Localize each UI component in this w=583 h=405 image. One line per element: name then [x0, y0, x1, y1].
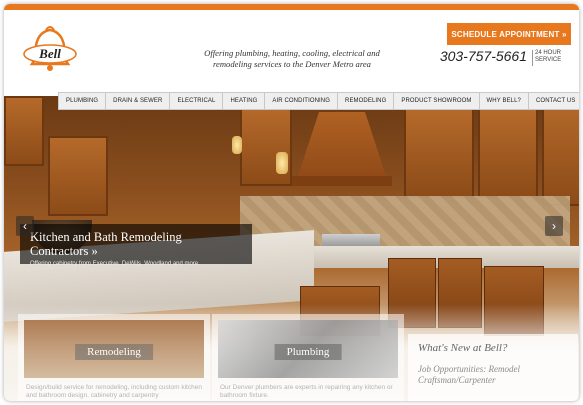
browser-frame: Bell Offering plumbing, heating, cooling… [4, 4, 579, 401]
remodeling-image[interactable]: Remodeling [24, 320, 204, 378]
nav-item-heating[interactable]: HEATING [223, 93, 266, 109]
plumbing-card-text: Our Denver plumbers are experts in repai… [220, 384, 393, 399]
main-nav: PLUMBING DRAIN & SEWER ELECTRICAL HEATIN… [58, 92, 579, 110]
plumbing-card-label[interactable]: Plumbing [274, 344, 342, 360]
upper-cabinet [240, 106, 292, 186]
nav-item-contact-us[interactable]: CONTACT US [529, 93, 579, 109]
logo-text: Bell [38, 46, 61, 61]
range-hood-band [292, 176, 392, 186]
range-hood [296, 112, 388, 182]
nav-item-plumbing[interactable]: PLUMBING [59, 93, 107, 109]
bell-logo[interactable]: Bell [22, 24, 78, 84]
nav-item-electrical[interactable]: ELECTRICAL [170, 93, 224, 109]
upper-cabinet [478, 108, 538, 198]
news-panel: What's New at Bell? Job Opportunities: R… [408, 334, 578, 401]
nav-item-drain-sewer[interactable]: DRAIN & SEWER [106, 93, 171, 109]
remodeling-card-text: Design/build service for remodeling, inc… [26, 384, 202, 399]
nav-item-air-conditioning[interactable]: AIR CONDITIONING [265, 93, 339, 109]
remodeling-card-label[interactable]: Remodeling [75, 344, 153, 360]
upper-cabinet [542, 96, 579, 206]
nav-item-why-bell[interactable]: WHY BELL? [480, 93, 529, 109]
upper-cabinet [48, 136, 108, 216]
pendant-light [276, 152, 288, 174]
plumbing-image[interactable]: Plumbing [218, 320, 398, 378]
chevron-right-icon: › [552, 219, 556, 233]
hours-line-2: SERVICE [535, 57, 562, 63]
schedule-appointment-button[interactable]: SCHEDULE APPOINTMENT » [447, 23, 571, 45]
plumbing-card[interactable]: Plumbing Our Denver plumbers are experts… [212, 314, 404, 401]
chevron-left-icon: ‹ [23, 219, 27, 233]
nav-item-remodeling[interactable]: REMODELING [338, 93, 395, 109]
hours-badge: 24 HOUR SERVICE [535, 50, 561, 64]
site-header: Bell Offering plumbing, heating, cooling… [4, 10, 579, 96]
hours-line-1: 24 HOUR [535, 50, 562, 56]
tagline: Offering plumbing, heating, cooling, ele… [204, 48, 380, 69]
upper-cabinet [404, 108, 474, 198]
phone-divider [532, 50, 533, 66]
remodeling-card[interactable]: Remodeling Design/build service for remo… [18, 314, 210, 401]
pendant-light [232, 136, 242, 154]
nav-item-product-showroom[interactable]: PRODUCT SHOWROOM [394, 93, 480, 109]
hero-promo[interactable]: Kitchen and Bath Remodeling Contractors … [20, 224, 252, 267]
hero-title[interactable]: Kitchen and Bath Remodeling Contractors … [30, 230, 242, 258]
news-title: What's New at Bell? [418, 342, 508, 354]
hero-subtitle: Offering cabinetry from Executive, DeWil… [30, 261, 200, 267]
slider-next-button[interactable]: › [545, 216, 563, 236]
news-item-link[interactable]: Job Opportunities: Remodel Craftsman/Car… [418, 364, 568, 386]
slider-prev-button[interactable]: ‹ [16, 216, 34, 236]
phone-number[interactable]: 303-757-5661 [440, 48, 527, 64]
upper-cabinet [4, 96, 44, 166]
